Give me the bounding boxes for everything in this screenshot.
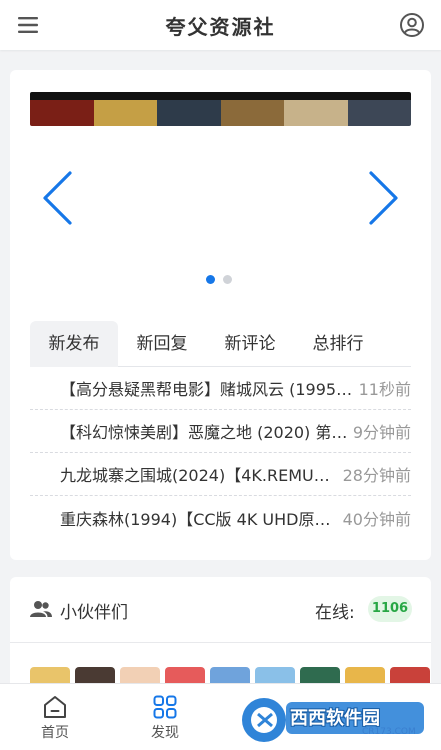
tab-new-reply[interactable]: 新回复 (118, 321, 206, 367)
poster-thumbnail[interactable] (347, 92, 411, 126)
list-item[interactable]: 重庆森林(1994)【CC版 4K UHD原盘】 40分钟前 (30, 496, 411, 539)
post-title[interactable]: 重庆森林(1994)【CC版 4K UHD原盘】 (30, 506, 341, 530)
carousel-dot[interactable] (206, 275, 215, 284)
post-time: 40分钟前 (342, 509, 411, 529)
home-icon (44, 696, 66, 718)
menu-icon[interactable] (16, 13, 40, 37)
tab-new-release[interactable]: 新发布 (30, 321, 118, 367)
top-bar: 夸父资源社 (0, 0, 441, 50)
latest-card: 新发布 新回复 新评论 总排行 【高分悬疑黑帮电影】赌城风云 (1995) 蓝光… (10, 70, 431, 560)
friends-header: 小伙伴们 在线: 1106 (10, 577, 431, 643)
list-item[interactable]: 【高分悬疑黑帮电影】赌城风云 (1995) 蓝光原盘 11秒前 (30, 367, 411, 410)
list-item[interactable]: 【科幻惊悚美剧】恶魔之地 (2020) 第一季 9分钟前 (30, 410, 411, 453)
carousel-banner[interactable] (30, 92, 411, 126)
poster-thumbnail[interactable] (157, 92, 221, 126)
tab-new-comment[interactable]: 新评论 (206, 321, 294, 367)
poster-thumbnail[interactable] (30, 92, 94, 126)
post-title[interactable]: 【科幻惊悚美剧】恶魔之地 (2020) 第一季 (30, 419, 351, 443)
online-label: 在线: (315, 603, 355, 623)
online-count-badge: 1106 (368, 596, 412, 622)
chevron-right-icon[interactable] (367, 170, 401, 226)
post-title[interactable]: 九龙城寨之围城(2024)【4K.REMUX】 (30, 462, 341, 486)
app-title: 夸父资源社 (165, 14, 276, 39)
post-title[interactable]: 【高分悬疑黑帮电影】赌城风云 (1995) 蓝光原盘 (30, 376, 357, 400)
carousel-dots (206, 275, 232, 284)
nav-home-label: 首页 (41, 725, 69, 741)
people-icon (30, 601, 52, 617)
post-list: 【高分悬疑黑帮电影】赌城风云 (1995) 蓝光原盘 11秒前 【科幻惊悚美剧】… (30, 367, 411, 539)
tab-ranking[interactable]: 总排行 (294, 321, 382, 367)
post-time: 9分钟前 (352, 423, 411, 442)
post-tabs: 新发布 新回复 新评论 总排行 (30, 321, 411, 367)
post-time: 11秒前 (358, 380, 411, 399)
chevron-left-icon[interactable] (40, 170, 74, 226)
user-circle-icon[interactable] (399, 12, 425, 38)
grid-icon (153, 695, 177, 719)
watermark-url: CR173.COM (362, 727, 416, 737)
list-item[interactable]: 九龙城寨之围城(2024)【4K.REMUX】 28分钟前 (30, 453, 411, 496)
carousel-dot[interactable] (223, 275, 232, 284)
post-time: 28分钟前 (342, 466, 411, 485)
nav-discover-label: 发现 (151, 725, 179, 741)
nav-home[interactable]: 首页 (15, 684, 95, 750)
friends-title: 小伙伴们 (60, 603, 128, 623)
poster-thumbnail[interactable] (220, 92, 284, 126)
nav-discover[interactable]: 发现 (125, 684, 205, 750)
poster-thumbnail[interactable] (93, 92, 157, 126)
poster-thumbnail[interactable] (284, 92, 348, 126)
